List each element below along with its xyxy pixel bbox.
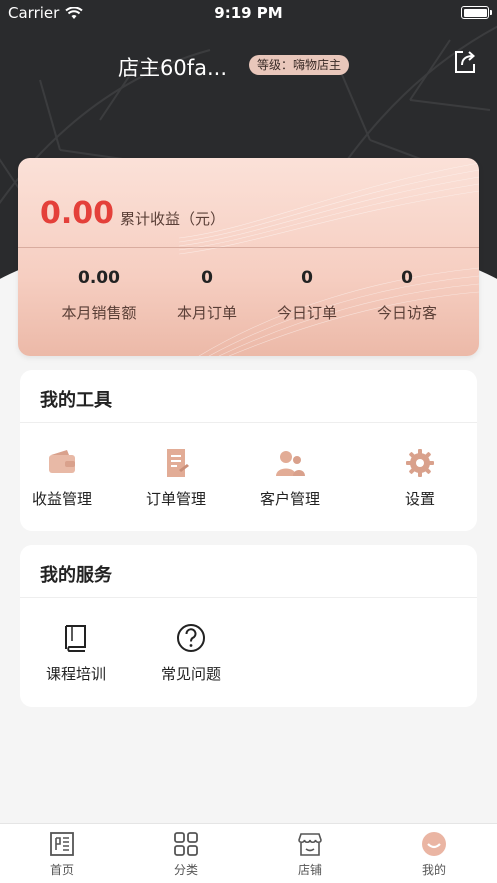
- stat-today-visitors[interactable]: 0 今日访客: [357, 268, 457, 323]
- level-badge: 等级：嗨物店主: [249, 55, 350, 75]
- shop-name[interactable]: 店主60fa...: [118, 52, 227, 82]
- tab-label: 我的: [421, 863, 446, 877]
- tab-home[interactable]: 首页: [22, 830, 102, 878]
- tab-store[interactable]: 店铺: [270, 830, 350, 878]
- card-divider: [18, 247, 479, 248]
- earnings-card[interactable]: 0.00 累计收益（元） 0.00 本月销售额 0 本月订单 0 今日订单 0 …: [18, 158, 479, 356]
- stat-value: 0: [401, 268, 413, 288]
- tool-label: 客户管理: [259, 490, 320, 508]
- home-icon: [50, 832, 74, 856]
- tool-customer-management[interactable]: 客户管理: [235, 446, 345, 509]
- category-grid-icon: [174, 832, 198, 856]
- tools-section: 我的工具 收益管理 订单管理 客户管理 设置: [20, 370, 477, 531]
- share-icon[interactable]: [451, 48, 479, 76]
- store-icon: [298, 833, 322, 856]
- tab-label: 分类: [173, 863, 198, 877]
- total-earnings-label: 累计收益（元）: [120, 210, 226, 228]
- profile-smile-icon: [422, 832, 446, 856]
- stat-monthly-sales[interactable]: 0.00 本月销售额: [49, 268, 149, 323]
- stat-value: 0: [301, 268, 313, 288]
- stat-label: 今日订单: [276, 304, 337, 322]
- section-divider: [20, 422, 477, 423]
- stat-value: 0: [201, 268, 213, 288]
- service-faq[interactable]: 常见问题: [136, 621, 246, 684]
- services-section: 我的服务 课程培训 常见问题: [20, 545, 477, 707]
- tab-label: 首页: [49, 863, 74, 877]
- total-earnings-amount: 0.00: [40, 196, 115, 231]
- stat-label: 本月销售额: [61, 304, 137, 322]
- tool-label: 常见问题: [160, 665, 221, 683]
- stat-value: 0.00: [78, 268, 120, 288]
- tool-earnings-management[interactable]: 收益管理: [7, 446, 117, 509]
- earnings-stats: 0.00 本月销售额 0 本月订单 0 今日订单 0 今日访客: [18, 268, 479, 328]
- gear-icon: [406, 449, 434, 477]
- tool-label: 订单管理: [145, 490, 206, 508]
- stat-label: 本月订单: [176, 304, 237, 322]
- tab-bar: 首页 分类 店铺 我的: [0, 823, 497, 883]
- customers-icon: [276, 451, 305, 476]
- tool-settings[interactable]: 设置: [365, 446, 475, 509]
- section-title: 我的工具: [40, 390, 112, 411]
- stat-today-orders[interactable]: 0 今日订单: [257, 268, 357, 323]
- tab-category[interactable]: 分类: [146, 830, 226, 878]
- service-course-training[interactable]: 课程培训: [21, 621, 131, 684]
- section-divider: [20, 597, 477, 598]
- status-time: 9:19 PM: [214, 4, 283, 22]
- battery-icon: [461, 6, 492, 19]
- tool-label: 收益管理: [31, 490, 92, 508]
- status-bar: Carrier 9:19 PM: [0, 0, 497, 26]
- tool-label: 设置: [404, 490, 435, 508]
- tool-order-management[interactable]: 订单管理: [121, 446, 231, 509]
- stat-label: 今日访客: [376, 304, 437, 322]
- tab-mine[interactable]: 我的: [394, 830, 474, 878]
- tab-label: 店铺: [297, 863, 322, 877]
- section-title: 我的服务: [40, 565, 112, 586]
- wallet-icon: [49, 450, 75, 473]
- book-icon: [65, 625, 86, 652]
- tool-label: 课程培训: [45, 665, 106, 683]
- stat-monthly-orders[interactable]: 0 本月订单: [157, 268, 257, 323]
- question-icon: [177, 624, 205, 652]
- order-document-icon: [167, 449, 189, 477]
- profile-header: 店主60fa... 等级：嗨物店主: [0, 46, 497, 86]
